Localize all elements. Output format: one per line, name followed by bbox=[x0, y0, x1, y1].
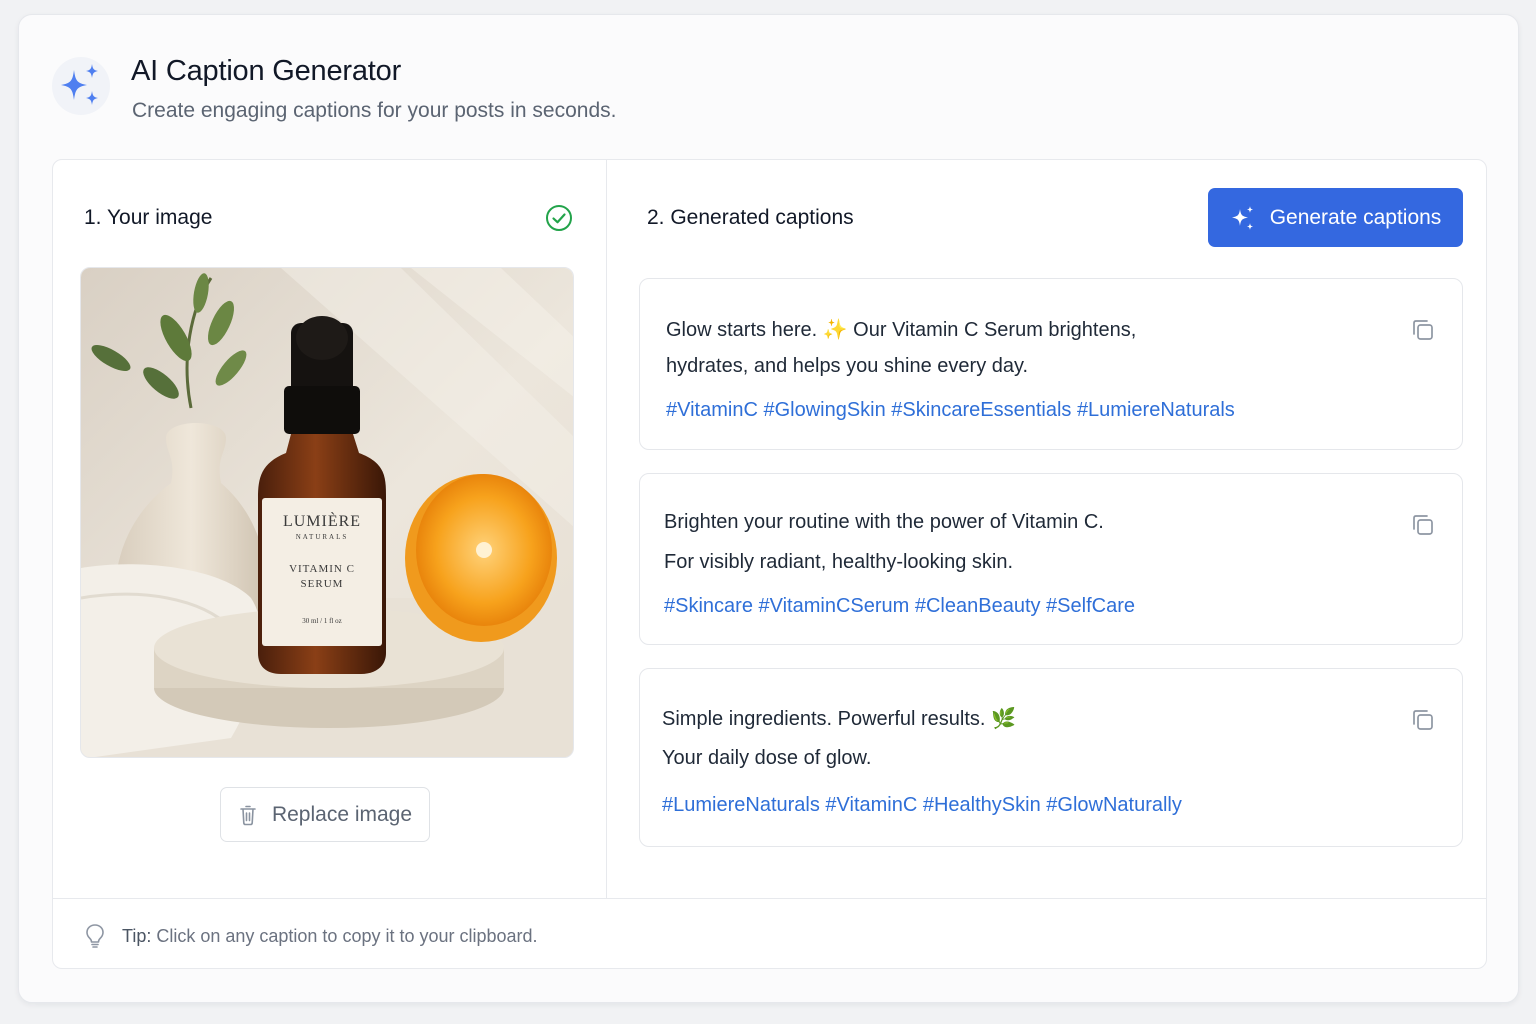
caption-text-line1: Glow starts here. ✨ Our Vitamin C Serum … bbox=[666, 319, 1137, 341]
lightbulb-icon bbox=[86, 924, 104, 948]
trash-icon bbox=[240, 805, 256, 825]
caption-card[interactable]: Brighten your routine with the power of … bbox=[639, 473, 1463, 645]
replace-image-button[interactable]: Replace image bbox=[220, 787, 430, 842]
product-brand-sub: NATURALS bbox=[295, 533, 349, 541]
copy-icon[interactable] bbox=[1410, 512, 1436, 538]
caption-card[interactable]: Simple ingredients. Powerful results. 🌿 … bbox=[639, 668, 1463, 847]
app-subtitle: Create engaging captions for your posts … bbox=[132, 99, 617, 122]
image-section-title: 1. Your image bbox=[84, 206, 213, 229]
app-window: AI Caption Generator Create engaging cap… bbox=[18, 14, 1519, 1003]
tip-message: Tip: Click on any caption to copy it to … bbox=[122, 926, 538, 947]
tip-label: Tip: bbox=[122, 926, 152, 946]
check-circle-icon bbox=[546, 205, 572, 231]
generate-captions-label: Generate captions bbox=[1269, 205, 1442, 229]
app-title: AI Caption Generator bbox=[131, 55, 402, 87]
product-size: 30 ml / 1 fl oz bbox=[302, 617, 342, 625]
product-brand: LUMIÈRE bbox=[282, 513, 362, 530]
caption-hashtags: #Skincare #VitaminCSerum #CleanBeauty #S… bbox=[664, 595, 1135, 617]
tip-text: Click on any caption to copy it to your … bbox=[151, 926, 538, 946]
uploaded-product-image: LUMIÈRE NATURALS VITAMIN C SERUM 30 ml /… bbox=[80, 267, 574, 758]
sparkles-icon bbox=[1231, 205, 1253, 230]
generate-captions-button[interactable]: Generate captions bbox=[1208, 188, 1463, 247]
replace-image-label: Replace image bbox=[271, 802, 413, 826]
product-name-line1: VITAMIN C bbox=[289, 563, 355, 575]
caption-text-line2: For visibly radiant, healthy-looking ski… bbox=[664, 551, 1014, 573]
copy-icon[interactable] bbox=[1410, 317, 1436, 343]
column-divider bbox=[606, 160, 607, 898]
copy-icon[interactable] bbox=[1410, 707, 1436, 733]
caption-text-line2: Your daily dose of glow. bbox=[662, 747, 872, 769]
footer-divider bbox=[53, 898, 1486, 899]
caption-hashtags: #LumiereNaturals #VitaminC #HealthySkin … bbox=[662, 794, 1182, 816]
caption-card[interactable]: Glow starts here. ✨ Our Vitamin C Serum … bbox=[639, 278, 1463, 450]
caption-text-line1: Simple ingredients. Powerful results. 🌿 bbox=[662, 708, 1016, 730]
caption-hashtags: #VitaminC #GlowingSkin #SkincareEssentia… bbox=[666, 399, 1235, 421]
main-panel: 1. Your image LUMIÈRE NATURALS VITAMIN C… bbox=[52, 159, 1487, 969]
caption-text-line1: Brighten your routine with the power of … bbox=[664, 511, 1104, 533]
app-logo bbox=[52, 57, 110, 115]
captions-section-title: 2. Generated captions bbox=[647, 206, 854, 229]
product-name-line2: SERUM bbox=[300, 578, 344, 590]
caption-text-line2: hydrates, and helps you shine every day. bbox=[666, 355, 1029, 377]
sparkles-icon bbox=[61, 64, 98, 105]
